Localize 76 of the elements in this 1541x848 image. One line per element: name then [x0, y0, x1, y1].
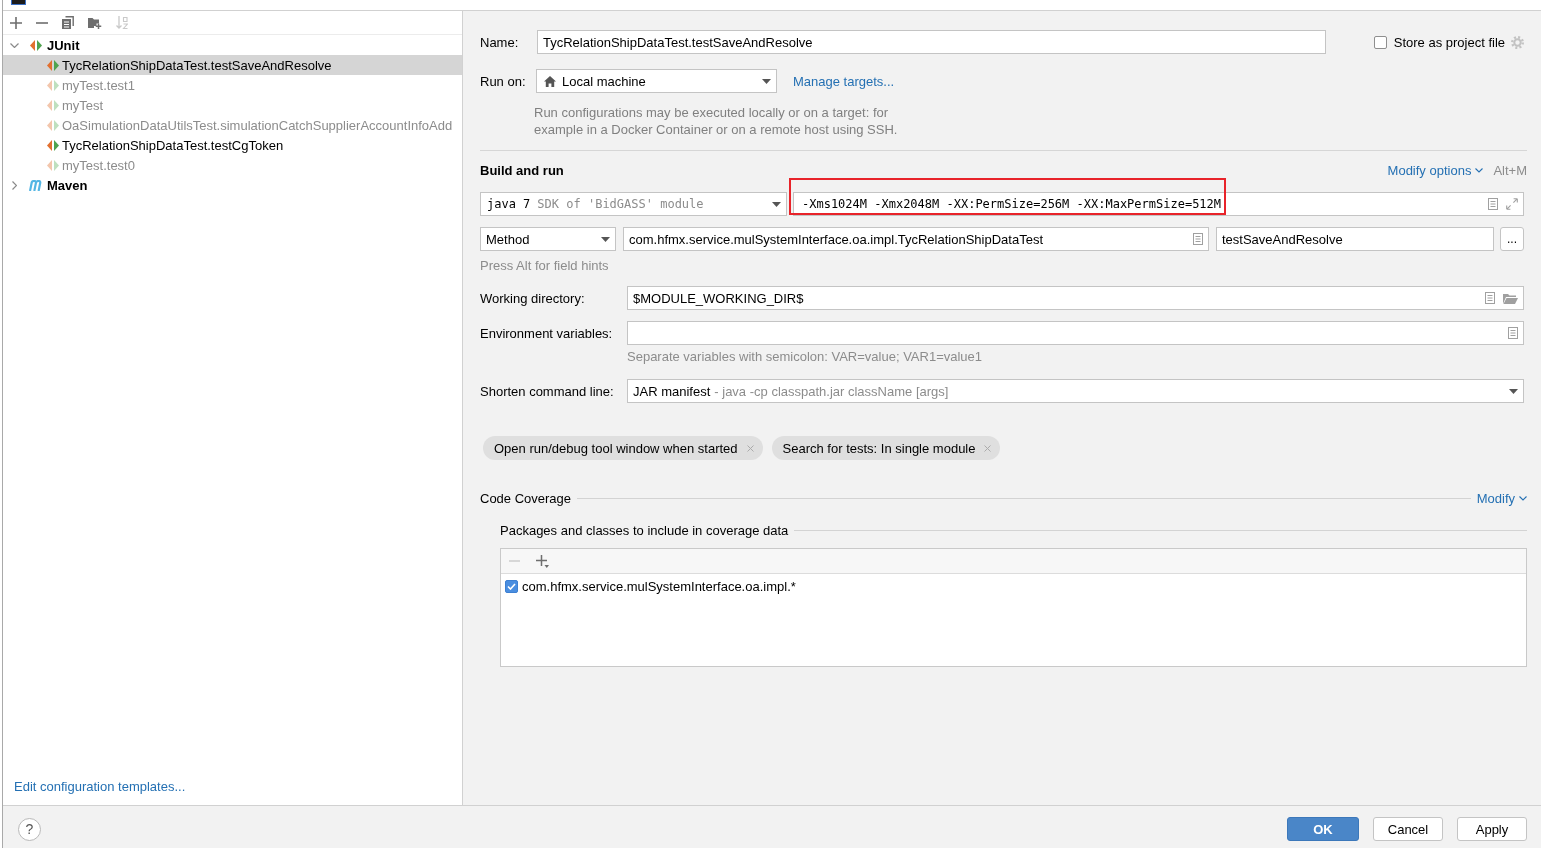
run-test-icon: [47, 79, 59, 91]
tree-item[interactable]: OaSimulationDataUtilsTest.simulationCatchSupplierAccountInfoAdd: [3, 115, 462, 135]
caret-icon: [762, 78, 771, 84]
caret-icon: [1509, 388, 1518, 394]
folder-icon[interactable]: [1503, 292, 1518, 304]
dialog-button[interactable]: Cancel: [1373, 817, 1443, 841]
tree-item[interactable]: TycRelationShipDataTest.testSaveAndResolve: [3, 55, 462, 75]
method-field[interactable]: testSaveAndResolve: [1216, 227, 1494, 251]
close-icon[interactable]: [746, 444, 754, 452]
environment-variables-field[interactable]: [627, 321, 1524, 345]
option-chip[interactable]: Search for tests: In single module: [771, 436, 1001, 460]
tree-item[interactable]: Maven: [3, 175, 462, 195]
tree-item[interactable]: JUnit: [3, 35, 462, 55]
field-hints-text: Press Alt for field hints: [480, 257, 610, 274]
folder-plus-icon[interactable]: [88, 16, 102, 29]
caret-icon: [601, 236, 610, 242]
chevron-down-icon: [1475, 167, 1484, 173]
checkbox[interactable]: [1373, 35, 1387, 49]
chevron-right-icon[interactable]: [12, 180, 17, 190]
tree-item[interactable]: myTest.test0: [3, 155, 462, 175]
run-target-dropdown[interactable]: Local machine: [536, 69, 777, 93]
subsection-title: Packages and classes to include in coverage data: [500, 523, 789, 538]
add-dropdown-icon[interactable]: [536, 554, 549, 568]
chevron-down-icon[interactable]: [10, 42, 19, 48]
gear-icon[interactable]: [1511, 35, 1524, 49]
test-kind-dropdown[interactable]: Method: [480, 227, 616, 251]
document-icon[interactable]: [1488, 198, 1498, 210]
remove-icon[interactable]: [36, 21, 48, 24]
run-test-icon: [47, 159, 59, 171]
copy-icon[interactable]: [62, 16, 74, 29]
run-test-icon: [47, 139, 59, 151]
run-on-label: Run on:: [480, 73, 527, 89]
environment-variables-label: Environment variables:: [480, 325, 614, 341]
section-title: Build and run: [480, 162, 564, 178]
section-title: Code Coverage: [480, 491, 572, 506]
class-field[interactable]: com.hfmx.service.mulSystemInterface.oa.impl.TycRelationShipDataTest: [623, 227, 1209, 251]
environment-variables-hint: Separate variables with semicolon: VAR=value; VAR1=value1: [627, 348, 984, 365]
package-pattern[interactable]: com.hfmx.service.mulSystemInterface.oa.impl.*: [522, 579, 796, 594]
working-directory-label: Working directory:: [480, 290, 586, 306]
shorten-command-line-dropdown[interactable]: JAR manifest - java -cp classpath.jar className [args]: [627, 379, 1524, 403]
edit-templates-link[interactable]: Edit configuration templates...: [3, 779, 186, 805]
checkbox[interactable]: [505, 580, 518, 593]
dialog-button[interactable]: Apply: [1457, 817, 1527, 841]
app-icon: [11, 0, 26, 5]
document-icon[interactable]: [1193, 233, 1203, 245]
modify-options-link[interactable]: Modify options: [1387, 162, 1484, 178]
jre-dropdown[interactable]: java 7 SDK of 'BidGASS' module: [480, 192, 787, 216]
working-directory-field[interactable]: $MODULE_WORKING_DIR$: [627, 286, 1524, 310]
chevron-down-icon: [1519, 496, 1527, 501]
caret-icon: [772, 201, 781, 207]
document-icon[interactable]: [1508, 327, 1518, 339]
name-field[interactable]: TycRelationShipDataTest.testSaveAndResolve: [537, 30, 1326, 54]
help-button[interactable]: ?: [18, 817, 41, 841]
option-chip[interactable]: Open run/debug tool window when started: [483, 436, 763, 460]
vm-options-field[interactable]: -Xms1024M -Xmx2048M -XX:PermSize=256M -XX:MaxPermSize=512M: [793, 192, 1524, 216]
browse-button[interactable]: ...: [1500, 227, 1524, 251]
document-icon[interactable]: [1485, 292, 1495, 304]
store-as-project-file-label[interactable]: Store as project file: [1393, 34, 1505, 50]
name-label: Name:: [480, 34, 520, 50]
letter-m-icon: [29, 179, 44, 191]
manage-targets-link[interactable]: Manage targets...: [793, 73, 895, 89]
dialog-button[interactable]: OK: [1287, 817, 1359, 841]
run-test-icon: [47, 119, 59, 131]
shorten-command-line-label: Shorten command line:: [480, 383, 615, 399]
run-test-icon: [47, 59, 59, 71]
home-icon: [544, 75, 556, 87]
modify-link[interactable]: Modify: [1476, 491, 1527, 506]
close-icon[interactable]: [984, 444, 992, 452]
tree-item[interactable]: TycRelationShipDataTest.testCgToken: [3, 135, 462, 155]
add-icon[interactable]: [10, 16, 22, 29]
run-test-icon: [30, 39, 42, 51]
run-on-description: Run configurations may be executed locally or on a target: for example in a Docker Container or on a remote host using SSH.: [534, 104, 899, 138]
shortcut-hint: Alt+M: [1493, 162, 1527, 178]
tree-item[interactable]: myTest: [3, 95, 462, 115]
run-test-icon: [47, 99, 59, 111]
expand-icon[interactable]: [1506, 198, 1518, 210]
